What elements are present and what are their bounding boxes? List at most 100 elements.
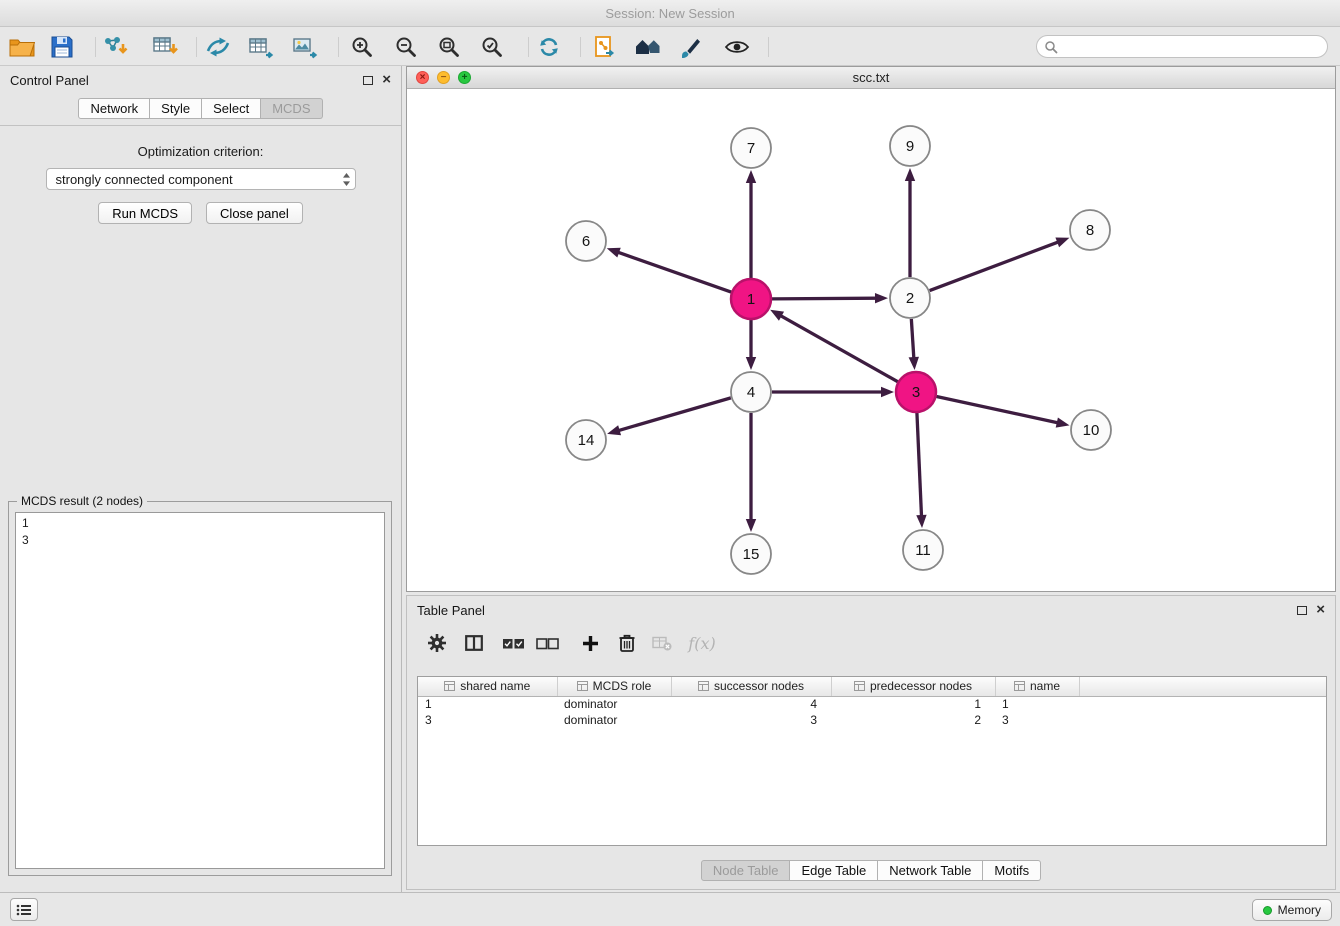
table-panel-tabs: Node TableEdge TableNetwork TableMotifs [701, 860, 1041, 881]
graph-node-label: 8 [1086, 222, 1094, 239]
graph-node-label: 4 [747, 384, 755, 401]
graph-edge-3-10[interactable] [937, 396, 1059, 423]
function-builder-button[interactable]: f(x) [689, 629, 715, 657]
show-hide-graphics-button[interactable] [722, 32, 752, 61]
column-header-predecessor-nodes[interactable]: predecessor nodes [831, 677, 995, 696]
cell-shared-name: 1 [418, 696, 557, 712]
column-header-MCDS-role[interactable]: MCDS role [557, 677, 671, 696]
selected-criterion: strongly connected component [56, 172, 233, 187]
column-header-name[interactable]: name [995, 677, 1079, 696]
graph-edge-3-1[interactable] [780, 315, 898, 381]
optimization-criterion-label: Optimization criterion: [0, 144, 401, 159]
control-panel-tabs: NetworkStyleSelectMCDS [0, 98, 401, 119]
checked-boxes-icon [502, 637, 525, 650]
network-window-title: scc.txt [853, 70, 890, 85]
zoom-fit-button[interactable] [434, 32, 464, 61]
table-row[interactable]: 1dominator411 [418, 696, 1326, 712]
window-zoom-button[interactable]: + [458, 71, 471, 84]
control-tab-network[interactable]: Network [78, 98, 150, 119]
float-table-panel-button[interactable] [1297, 606, 1307, 615]
node-table-container[interactable]: shared nameMCDS rolesuccessor nodesprede… [417, 676, 1327, 846]
control-tab-select[interactable]: Select [202, 98, 261, 119]
refresh-icon [537, 35, 561, 59]
export-image-button[interactable] [290, 32, 320, 61]
columns-icon [465, 635, 483, 651]
cell-name: 1 [995, 696, 1079, 712]
toolbar-separator [580, 37, 581, 57]
float-panel-button[interactable] [363, 76, 373, 85]
table-tab-motifs[interactable]: Motifs [983, 860, 1041, 881]
graph-edge-2-8[interactable] [930, 242, 1059, 291]
search-input[interactable] [1063, 38, 1327, 56]
floppy-save-icon [51, 36, 73, 58]
show-panels-menu-button[interactable] [10, 898, 38, 921]
delete-column-button[interactable] [614, 629, 640, 657]
open-session-button[interactable] [7, 32, 37, 61]
edge-arrowhead [1055, 238, 1069, 248]
table-tab-edge-table[interactable]: Edge Table [790, 860, 878, 881]
graph-node-label: 2 [906, 290, 914, 307]
zoom-in-button[interactable] [347, 32, 377, 61]
edge-arrowhead [770, 310, 784, 321]
deselect-all-columns-button[interactable] [534, 629, 560, 657]
graph-node-label: 14 [578, 432, 595, 449]
delete-table-button[interactable] [649, 629, 675, 657]
export-table-button[interactable] [246, 32, 276, 61]
cell-predecessor-nodes: 2 [831, 712, 995, 728]
unchecked-boxes-icon [536, 637, 559, 650]
network-window-titlebar[interactable]: × − + scc.txt [407, 67, 1335, 89]
graph-edge-1-6[interactable] [617, 252, 731, 292]
gear-icon [427, 633, 447, 653]
mcds-result-text[interactable]: 1 3 [15, 512, 385, 869]
control-tab-mcds[interactable]: MCDS [261, 98, 322, 119]
cell-shared-name: 3 [418, 712, 557, 728]
home-icon [635, 36, 661, 58]
table-tab-network-table[interactable]: Network Table [878, 860, 983, 881]
refresh-layout-button[interactable] [534, 32, 564, 61]
delete-table-icon [652, 636, 672, 651]
window-close-button[interactable]: × [416, 71, 429, 84]
zoom-selected-button[interactable] [477, 32, 507, 61]
graph-edge-4-14[interactable] [618, 398, 731, 431]
import-table-button[interactable] [150, 32, 180, 61]
graph-edge-1-2[interactable] [772, 298, 877, 299]
edge-arrowhead [746, 170, 756, 183]
show-columns-button[interactable] [461, 629, 487, 657]
apply-style-button[interactable] [676, 32, 706, 61]
home-button[interactable] [633, 32, 663, 61]
graph-node-label: 7 [747, 140, 755, 157]
close-table-panel-button[interactable]: × [1316, 605, 1325, 615]
column-header-successor-nodes[interactable]: successor nodes [671, 677, 831, 696]
select-all-columns-button[interactable] [500, 629, 526, 657]
optimization-criterion-select[interactable]: strongly connected component [46, 168, 356, 190]
import-network-button[interactable] [100, 32, 130, 61]
run-mcds-button[interactable]: Run MCDS [98, 202, 192, 224]
zoom-out-button[interactable] [391, 32, 421, 61]
save-session-button[interactable] [47, 32, 77, 61]
edge-arrowhead [916, 515, 926, 528]
search-field[interactable] [1036, 35, 1328, 58]
graph-edge-3-11[interactable] [917, 413, 922, 517]
network-graph[interactable]: 7968124314101511 [407, 90, 1335, 591]
table-row[interactable]: 3dominator323 [418, 712, 1326, 728]
graph-edge-2-3[interactable] [911, 319, 914, 359]
memory-button[interactable]: Memory [1252, 899, 1332, 921]
control-panel-title: Control Panel [10, 73, 89, 88]
control-tab-style[interactable]: Style [150, 98, 202, 119]
cell-name: 3 [995, 712, 1079, 728]
toolbar-separator [95, 37, 96, 57]
open-in-cytoscape-web-button[interactable] [590, 32, 620, 61]
close-mcds-panel-button[interactable]: Close panel [206, 202, 303, 224]
network-canvas[interactable]: 7968124314101511 [407, 90, 1335, 591]
fx-icon: f(x) [688, 634, 715, 653]
create-column-button[interactable] [577, 629, 603, 657]
column-header-shared-name[interactable]: shared name [418, 677, 557, 696]
table-options-button[interactable] [424, 629, 450, 657]
table-tab-node-table[interactable]: Node Table [701, 860, 791, 881]
export-table-icon [248, 35, 275, 59]
graph-node-label: 9 [906, 138, 914, 155]
graph-node-label: 15 [743, 546, 760, 563]
close-panel-button[interactable]: × [382, 75, 391, 85]
export-network-button[interactable] [203, 32, 233, 61]
window-minimize-button[interactable]: − [437, 71, 450, 84]
